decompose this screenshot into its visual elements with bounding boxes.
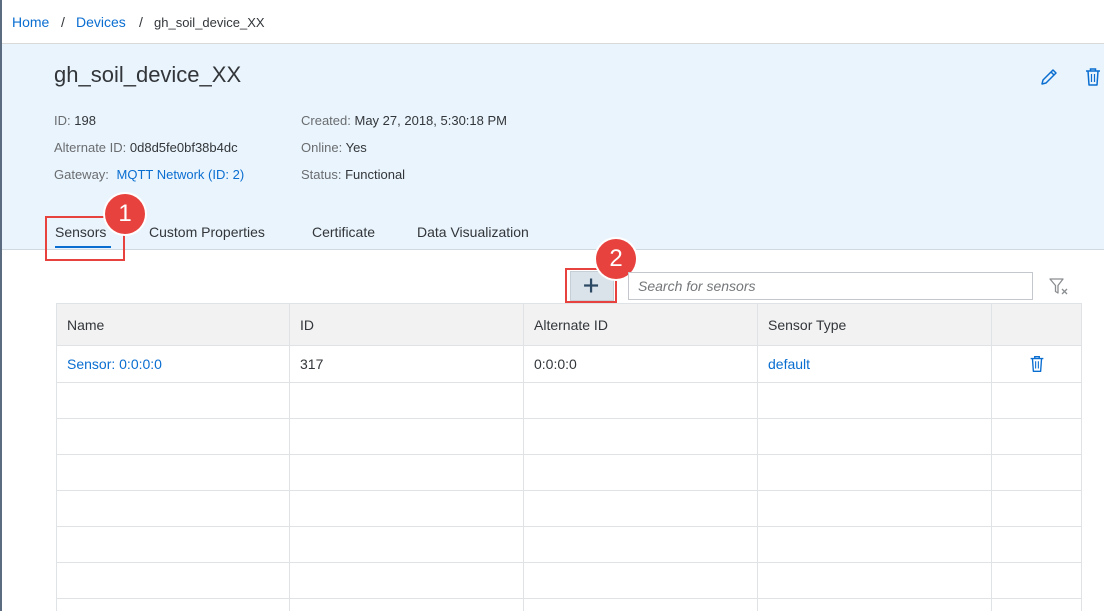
- gateway-link[interactable]: MQTT Network (ID: 2): [117, 167, 245, 182]
- edit-icon[interactable]: [1038, 66, 1060, 88]
- search-sensors-input[interactable]: [628, 272, 1033, 300]
- delete-device-icon[interactable]: [1082, 66, 1104, 88]
- empty-table-row: [56, 490, 1082, 527]
- breadcrumb-current: gh_soil_device_XX: [154, 15, 265, 30]
- table-row[interactable]: Sensor: 0:0:0:0 317 0:0:0:0 default: [56, 345, 1082, 383]
- sensor-alternate-id-cell: 0:0:0:0: [523, 345, 758, 383]
- info-status: Status: Functional: [301, 167, 405, 182]
- info-gateway: Gateway: MQTT Network (ID: 2): [54, 167, 244, 182]
- info-alternate-id: Alternate ID: 0d8d5fe0bf38b4dc: [54, 140, 238, 155]
- created-label: Created:: [301, 113, 351, 128]
- breadcrumb-separator: /: [61, 14, 65, 30]
- id-value: 198: [74, 113, 96, 128]
- row-actions-cell: [991, 345, 1082, 383]
- info-online: Online: Yes: [301, 140, 367, 155]
- empty-table-row: [56, 526, 1082, 563]
- sensors-table: Name ID Alternate ID Sensor Type Sensor:…: [56, 303, 1082, 611]
- tab-custom-properties[interactable]: Custom Properties: [149, 224, 265, 240]
- alternate-id-value: 0d8d5fe0bf38b4dc: [129, 140, 238, 155]
- page-title: gh_soil_device_XX: [54, 62, 242, 87]
- status-value: Functional: [345, 167, 406, 182]
- breadcrumb-devices-link[interactable]: Devices: [76, 14, 126, 30]
- empty-table-row: [56, 598, 1082, 611]
- created-value: May 27, 2018, 5:30:18 PM: [354, 113, 507, 128]
- annotation-badge-1: 1: [105, 194, 145, 234]
- id-label: ID:: [54, 113, 71, 128]
- sensor-type-link[interactable]: default: [768, 356, 810, 372]
- empty-table-row: [56, 382, 1082, 419]
- info-created: Created: May 27, 2018, 5:30:18 PM: [301, 113, 507, 128]
- empty-table-row: [56, 454, 1082, 491]
- device-header: gh_soil_device_XX ID: 198 Alternate ID: …: [2, 44, 1104, 250]
- online-label: Online:: [301, 140, 343, 155]
- table-header-row: Name ID Alternate ID Sensor Type: [56, 303, 1082, 346]
- column-header-id[interactable]: ID: [289, 303, 524, 346]
- column-header-alternate-id[interactable]: Alternate ID: [523, 303, 758, 346]
- clear-filter-icon[interactable]: [1048, 276, 1070, 298]
- empty-table-row: [56, 562, 1082, 599]
- tab-certificate[interactable]: Certificate: [312, 224, 375, 240]
- breadcrumb-separator: /: [139, 14, 143, 30]
- empty-table-row: [56, 418, 1082, 455]
- gateway-label: Gateway:: [54, 167, 109, 182]
- column-header-name[interactable]: Name: [56, 303, 290, 346]
- column-header-actions: [991, 303, 1082, 346]
- info-id: ID: 198: [54, 113, 96, 128]
- tab-data-visualization[interactable]: Data Visualization: [417, 224, 529, 240]
- sensor-id-cell: 317: [289, 345, 524, 383]
- trash-icon[interactable]: [1027, 354, 1047, 374]
- device-detail-page: Home / Devices / gh_soil_device_XX gh_so…: [0, 0, 1104, 611]
- alternate-id-label: Alternate ID:: [54, 140, 127, 155]
- online-value: Yes: [345, 140, 367, 155]
- breadcrumb-home-link[interactable]: Home: [12, 14, 49, 30]
- sensor-name-link[interactable]: Sensor: 0:0:0:0: [67, 356, 162, 372]
- status-label: Status:: [301, 167, 342, 182]
- column-header-sensor-type[interactable]: Sensor Type: [757, 303, 992, 346]
- breadcrumb: Home / Devices / gh_soil_device_XX: [2, 0, 1104, 44]
